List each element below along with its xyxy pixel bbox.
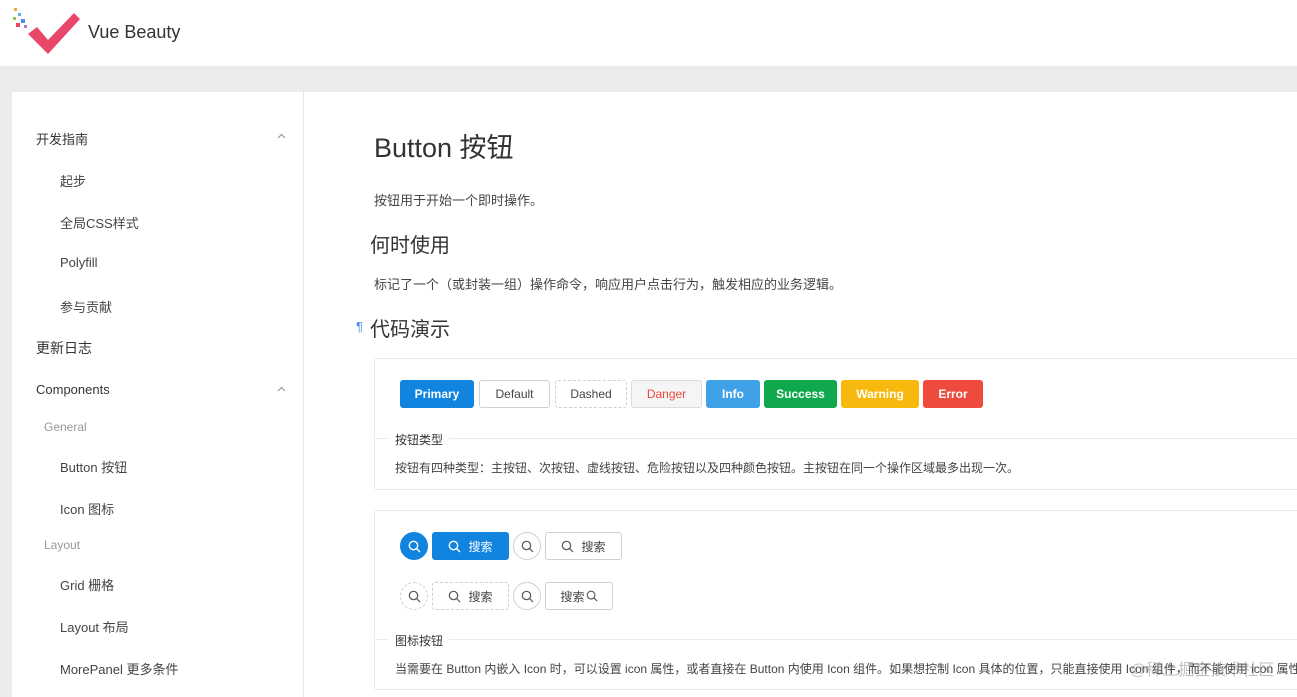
search-icon xyxy=(448,590,461,603)
sidebar-group-label: 开发指南 xyxy=(36,132,89,147)
sidebar-nav: 开发指南 起步 全局CSS样式 Polyfill 参与贡献 更新日志 Compo… xyxy=(12,92,304,697)
demo-meta-title: 按钮类型 xyxy=(389,431,450,448)
sidebar-group-label: Components xyxy=(36,382,110,397)
sidebar-item-polyfill[interactable]: Polyfill xyxy=(60,255,98,270)
sidebar-item-grid[interactable]: Grid 栅格 xyxy=(60,575,114,594)
dashed-button[interactable]: Dashed xyxy=(555,380,627,408)
checkmark-logo-icon[interactable] xyxy=(10,2,82,58)
search-default-button[interactable]: 搜索 xyxy=(545,532,622,560)
sidebar-item-button[interactable]: Button 按钮 xyxy=(60,457,127,476)
page-description: 按钮用于开始一个即时操作。 xyxy=(374,193,544,208)
demo-heading: 代码演示 xyxy=(370,319,450,341)
search-icon xyxy=(521,540,534,553)
success-button[interactable]: Success xyxy=(764,380,837,408)
sidebar-category-general: General xyxy=(44,420,87,434)
sidebar-item-changelog[interactable]: 更新日志 xyxy=(36,338,92,358)
default-button[interactable]: Default xyxy=(479,380,550,408)
demo-meta: 按钮类型 按钮有四种类型：主按钮、次按钮、虚线按钮、危险按钮以及四种颜色按钮。主… xyxy=(375,431,1297,475)
chevron-up-icon xyxy=(277,383,286,395)
top-bar: Vue Beauty xyxy=(0,0,1297,66)
button-label: 搜索 xyxy=(468,589,493,604)
danger-button[interactable]: Danger xyxy=(631,380,702,408)
search-circle-default-button-2[interactable] xyxy=(513,582,541,610)
demo-meta-description: 按钮有四种类型：主按钮、次按钮、虚线按钮、危险按钮以及四种颜色按钮。主按钮在同一… xyxy=(395,461,1020,475)
demo-button-types: Primary Default Dashed Danger Info Succe… xyxy=(374,358,1297,490)
brand-name[interactable]: Vue Beauty xyxy=(88,22,180,43)
chevron-up-icon xyxy=(277,130,286,142)
sidebar-group-components[interactable]: Components xyxy=(36,382,296,397)
search-icon xyxy=(408,540,421,553)
warning-button[interactable]: Warning xyxy=(841,380,919,408)
button-label: 搜索 xyxy=(560,589,585,604)
button-label: 搜索 xyxy=(468,539,493,554)
button-label: 搜索 xyxy=(581,539,606,554)
sidebar-category-layout: Layout xyxy=(44,538,81,552)
page-title: Button 按钮 xyxy=(374,133,514,163)
sidebar-item-morepanel[interactable]: MorePanel 更多条件 xyxy=(60,659,178,678)
search-suffix-icon-button[interactable]: 搜索 xyxy=(545,582,613,610)
search-dashed-button[interactable]: 搜索 xyxy=(432,582,509,610)
error-button[interactable]: Error xyxy=(923,380,983,408)
sidebar-group-guide[interactable]: 开发指南 xyxy=(36,129,296,148)
search-icon xyxy=(448,540,461,553)
sidebar-item-layout[interactable]: Layout 布局 xyxy=(60,617,129,636)
watermark: @稀土掘金技术社区 xyxy=(1130,662,1275,679)
demo-meta: 图标按钮 当需要在 Button 内嵌入 Icon 时，可以设置 icon 属性… xyxy=(375,632,1297,676)
search-circle-primary-button[interactable] xyxy=(400,532,428,560)
when-to-use-heading: 何时使用 xyxy=(370,235,450,257)
search-circle-dashed-button[interactable] xyxy=(400,582,428,610)
main-panel: 开发指南 起步 全局CSS样式 Polyfill 参与贡献 更新日志 Compo… xyxy=(12,92,1297,697)
search-icon xyxy=(521,590,534,603)
when-to-use-text: 标记了一个（或封装一组）操作命令，响应用户点击行为，触发相应的业务逻辑。 xyxy=(374,277,843,292)
sidebar-item-contribute[interactable]: 参与贡献 xyxy=(60,297,112,316)
sidebar-item-icon[interactable]: Icon 图标 xyxy=(60,499,114,518)
sidebar-item-global-css[interactable]: 全局CSS样式 xyxy=(60,213,139,232)
sidebar-item-getting-started[interactable]: 起步 xyxy=(60,171,86,190)
anchor-link[interactable]: ¶ xyxy=(356,319,363,334)
primary-button[interactable]: Primary xyxy=(400,380,474,408)
demo-meta-title: 图标按钮 xyxy=(389,632,450,649)
search-icon xyxy=(561,540,574,553)
info-button[interactable]: Info xyxy=(706,380,760,408)
content-area: Button 按钮 按钮用于开始一个即时操作。 何时使用 标记了一个（或封装一组… xyxy=(304,92,1297,697)
search-icon xyxy=(408,590,421,603)
search-primary-button[interactable]: 搜索 xyxy=(432,532,509,560)
search-circle-default-button[interactable] xyxy=(513,532,541,560)
search-icon xyxy=(586,590,598,602)
